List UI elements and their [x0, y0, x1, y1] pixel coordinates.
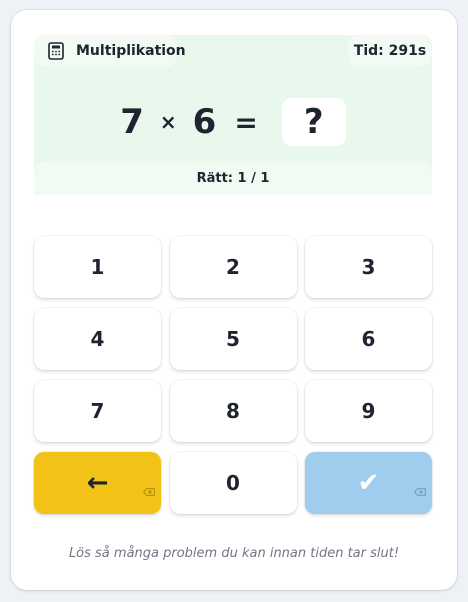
key-8[interactable]: 8	[169, 380, 297, 442]
key-3[interactable]: 3	[305, 236, 432, 298]
backspace-button[interactable]: ←	[34, 452, 161, 514]
footer-hint: Lös så många problem du kan innan tiden …	[68, 546, 400, 561]
quiz-card: Multiplikation Tid: 291s 7 × 6 = ? Rätt:…	[11, 10, 457, 590]
checkmark-icon: ✔	[357, 468, 380, 498]
key-1[interactable]: 1	[34, 236, 161, 298]
answer-field[interactable]: ?	[281, 98, 346, 146]
right-operand: 6	[192, 102, 217, 142]
left-operand: 7	[120, 102, 144, 142]
score-label: Rätt: 1 / 1	[34, 161, 432, 195]
equals-sign: =	[234, 105, 258, 139]
key-4[interactable]: 4	[34, 308, 161, 370]
mode-label: Multiplikation	[76, 43, 186, 59]
key-5[interactable]: 5	[169, 308, 297, 370]
key-0[interactable]: 0	[169, 452, 297, 514]
key-2[interactable]: 2	[169, 236, 297, 298]
operator-sign: ×	[159, 110, 177, 134]
timer-label: Tid: 291s	[348, 35, 432, 67]
submit-button[interactable]: ✔	[305, 452, 432, 514]
key-7[interactable]: 7	[34, 380, 161, 442]
calculator-icon	[48, 42, 64, 60]
equation: 7 × 6 = ?	[34, 97, 432, 147]
back-arrow-icon: ←	[86, 468, 109, 498]
key-9[interactable]: 9	[305, 380, 432, 442]
key-6[interactable]: 6	[305, 308, 432, 370]
problem-panel: Multiplikation Tid: 291s 7 × 6 = ? Rätt:…	[34, 35, 432, 195]
mode-pill: Multiplikation	[34, 35, 186, 67]
number-keypad: 1 2 3 4 5 6 7 8 9 ← 0 ✔	[34, 236, 432, 514]
